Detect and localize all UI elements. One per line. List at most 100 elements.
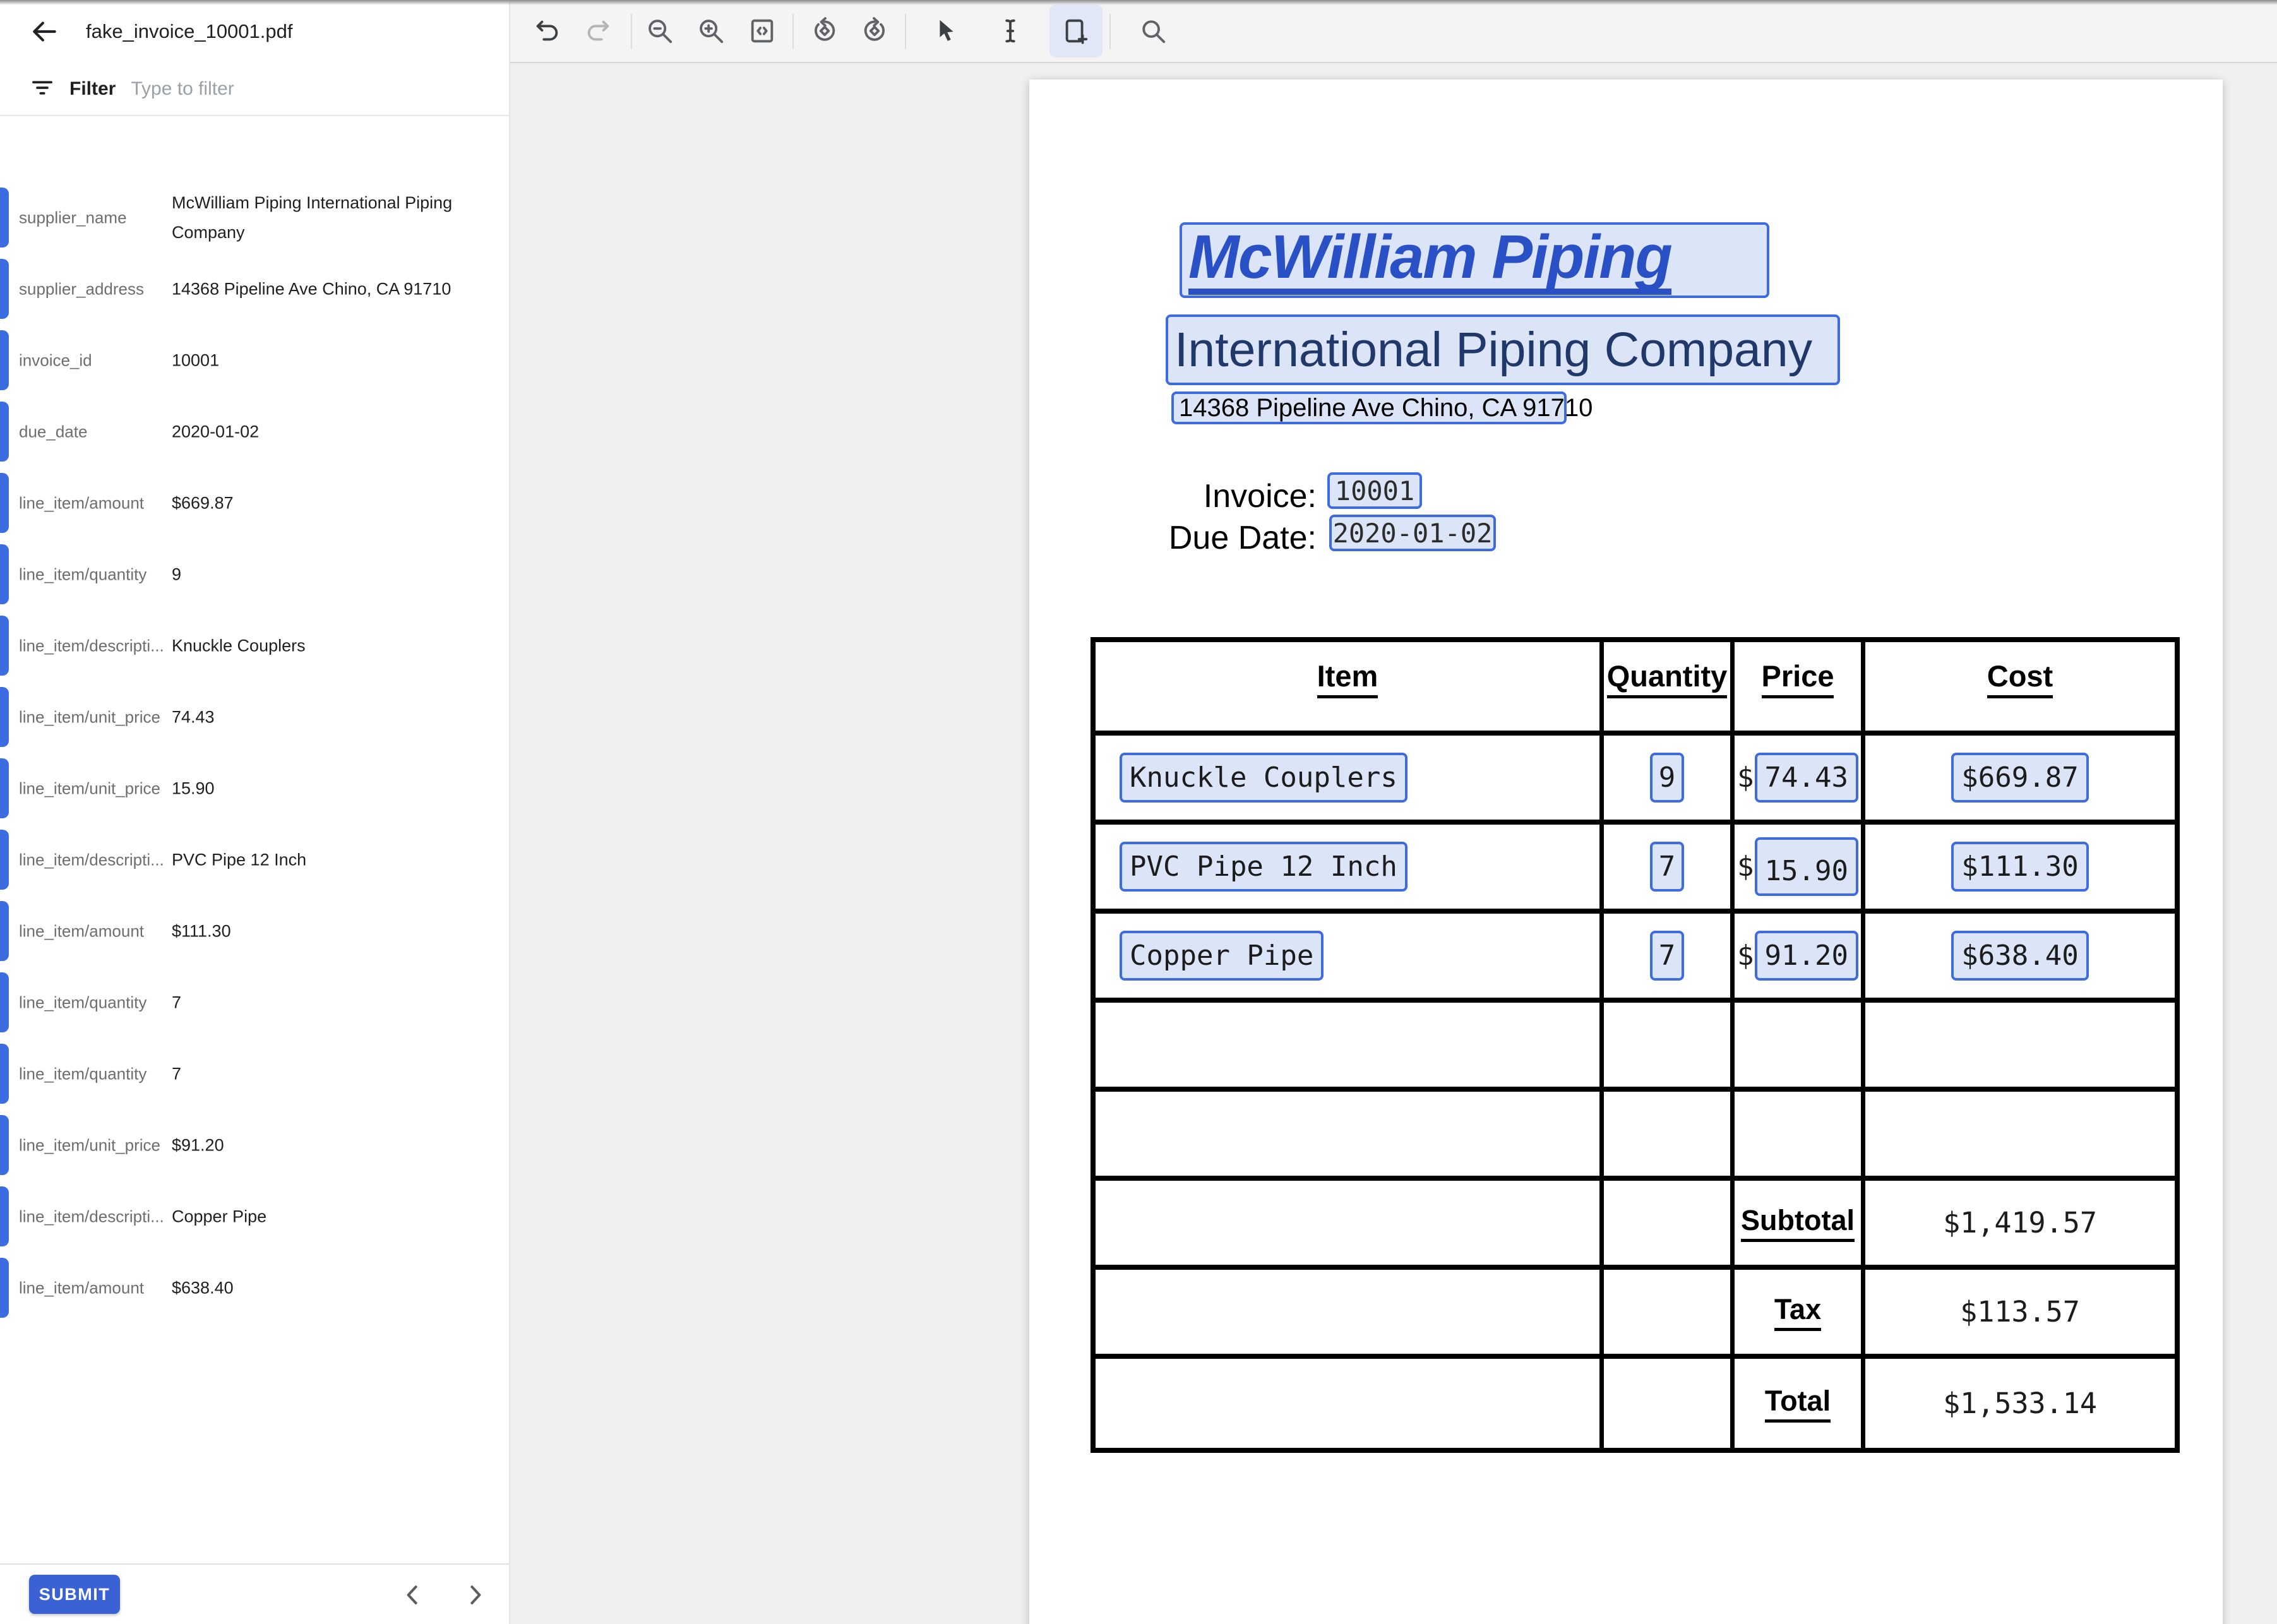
annotation-invoice-id[interactable]: 10001: [1327, 472, 1422, 509]
annotation-supplier-name-line2[interactable]: International Piping Company: [1166, 314, 1840, 385]
table-cell-empty: [1735, 1003, 1865, 1092]
field-row-invoice-id[interactable]: invoice_id 10001: [0, 325, 508, 396]
rotate-right-icon[interactable]: [852, 8, 897, 54]
annotation-supplier-name-logo[interactable]: McWilliam Piping: [1180, 222, 1769, 298]
field-list: supplier_name McWilliam Piping Internati…: [0, 182, 508, 1323]
document-viewport[interactable]: McWilliam Piping International Piping Co…: [511, 63, 2277, 1624]
window-top-shadow: [0, 0, 2277, 5]
rotate-left-icon[interactable]: [802, 8, 847, 54]
annotation-line-item-unit-price[interactable]: 74.43: [1755, 753, 1858, 803]
field-row-line-item-amount[interactable]: line_item/amount $669.87: [0, 467, 508, 539]
field-accent-bar: [0, 1044, 9, 1104]
annotation-line-item-quantity[interactable]: 7: [1650, 842, 1685, 892]
currency-symbol: $: [1737, 940, 1754, 972]
fields-sidebar: Filter supplier_name McWilliam Piping In…: [0, 63, 510, 1624]
annotation-line-item-quantity[interactable]: 9: [1650, 753, 1685, 803]
table-cell-empty: [1604, 1270, 1735, 1359]
field-key: line_item/amount: [19, 921, 169, 941]
sidebar-footer: SUBMIT: [0, 1563, 509, 1624]
field-accent-bar: [0, 1115, 9, 1175]
annotation-line-item-description[interactable]: Copper Pipe: [1120, 931, 1324, 981]
field-row-supplier-address[interactable]: supplier_address 14368 Pipeline Ave Chin…: [0, 253, 508, 325]
field-row-line-item-amount[interactable]: line_item/amount $111.30: [0, 895, 508, 967]
toolbar: fake_invoice_10001.pdf: [0, 0, 2277, 63]
total-label-cell: Total: [1735, 1359, 1865, 1448]
table-cell-empty: [1604, 1181, 1735, 1270]
annotation-due-date[interactable]: 2020-01-02: [1329, 515, 1496, 551]
field-row-supplier-name[interactable]: supplier_name McWilliam Piping Internati…: [0, 182, 508, 253]
field-row-due-date[interactable]: due_date 2020-01-02: [0, 396, 508, 467]
field-value: 2020-01-02: [172, 417, 503, 446]
annotation-supplier-address[interactable]: 14368 Pipeline Ave Chino, CA 91710: [1171, 391, 1567, 424]
invoice-table: Item Quantity Price Cost Knuckle Coupler…: [1091, 637, 2180, 1453]
table-cell-empty: [1604, 1092, 1735, 1181]
submit-button[interactable]: SUBMIT: [29, 1575, 120, 1614]
field-key: supplier_address: [19, 279, 169, 299]
field-row-line-item-unit-price[interactable]: line_item/unit_price 74.43: [0, 681, 508, 753]
table-cell-empty: [1865, 1003, 2175, 1092]
currency-symbol: $: [1737, 761, 1754, 794]
annotation-line-item-description[interactable]: PVC Pipe 12 Inch: [1120, 842, 1407, 892]
subtotal-label-cell: Subtotal: [1735, 1181, 1865, 1270]
select-cursor-icon[interactable]: [923, 8, 969, 54]
search-icon[interactable]: [1130, 8, 1176, 54]
next-page-icon[interactable]: [458, 1579, 491, 1611]
table-cell-empty: [1096, 1003, 1604, 1092]
field-row-line-item-description[interactable]: line_item/descripti... Copper Pipe: [0, 1181, 508, 1252]
add-bounding-box-icon[interactable]: [1049, 4, 1103, 57]
tax-value-cell: $113.57: [1865, 1270, 2175, 1359]
field-key: invoice_id: [19, 350, 169, 370]
field-accent-bar: [0, 687, 9, 747]
toolbar-left: fake_invoice_10001.pdf: [0, 0, 510, 63]
field-row-line-item-description[interactable]: line_item/descripti... PVC Pipe 12 Inch: [0, 824, 508, 895]
field-accent-bar: [0, 972, 9, 1032]
field-accent-bar: [0, 473, 9, 533]
field-key: due_date: [19, 422, 169, 441]
field-key: line_item/amount: [19, 1278, 169, 1298]
field-key: line_item/quantity: [19, 564, 169, 584]
field-row-line-item-description[interactable]: line_item/descripti... Knuckle Couplers: [0, 610, 508, 681]
price-cell: $ 74.43: [1735, 736, 1865, 825]
annotation-line-item-description[interactable]: Knuckle Couplers: [1120, 753, 1407, 803]
total-value-cell: $1,533.14: [1865, 1359, 2175, 1448]
field-key: line_item/quantity: [19, 993, 169, 1012]
field-value: McWilliam Piping International Piping Co…: [172, 188, 503, 248]
document-title: fake_invoice_10001.pdf: [86, 20, 292, 43]
quantity-cell: 9: [1604, 736, 1735, 825]
previous-page-icon[interactable]: [397, 1579, 429, 1611]
fit-to-width-icon[interactable]: [739, 8, 785, 54]
field-row-line-item-quantity[interactable]: line_item/quantity 7: [0, 967, 508, 1038]
zoom-out-icon[interactable]: [637, 8, 683, 54]
field-accent-bar: [0, 758, 9, 818]
price-cell: $ 91.20: [1735, 914, 1865, 1003]
field-row-line-item-amount[interactable]: line_item/amount $638.40: [0, 1252, 508, 1323]
field-value: 7: [172, 988, 503, 1017]
filter-input[interactable]: [129, 78, 509, 100]
back-arrow-icon[interactable]: [27, 14, 62, 49]
field-value: $111.30: [172, 916, 503, 946]
field-value: 9: [172, 559, 503, 589]
annotation-line-item-quantity[interactable]: 7: [1650, 931, 1685, 981]
annotation-line-item-unit-price[interactable]: 15.90: [1755, 837, 1858, 896]
field-row-line-item-quantity[interactable]: line_item/quantity 7: [0, 1038, 508, 1109]
field-row-line-item-quantity[interactable]: line_item/quantity 9: [0, 539, 508, 610]
field-accent-bar: [0, 259, 9, 319]
app-window: fake_invoice_10001.pdf: [0, 0, 2277, 1624]
redo-icon[interactable]: [575, 8, 621, 54]
annotation-line-item-amount[interactable]: $669.87: [1951, 753, 2088, 803]
field-key: line_item/descripti...: [19, 1207, 169, 1226]
field-row-line-item-unit-price[interactable]: line_item/unit_price $91.20: [0, 1109, 508, 1181]
column-header-quantity: Quantity: [1604, 642, 1735, 736]
field-row-line-item-unit-price[interactable]: line_item/unit_price 15.90: [0, 753, 508, 824]
field-key: line_item/quantity: [19, 1064, 169, 1084]
annotation-line-item-unit-price[interactable]: 91.20: [1755, 931, 1858, 981]
field-accent-bar: [0, 1258, 9, 1318]
table-cell-empty: [1096, 1092, 1604, 1181]
undo-icon[interactable]: [525, 8, 570, 54]
annotation-line-item-amount[interactable]: $638.40: [1951, 931, 2088, 981]
company-line-text: International Piping Company: [1174, 322, 1812, 378]
text-select-icon[interactable]: [988, 8, 1033, 54]
annotation-line-item-amount[interactable]: $111.30: [1951, 842, 2088, 892]
zoom-in-icon[interactable]: [688, 8, 734, 54]
field-accent-bar: [0, 1186, 9, 1246]
